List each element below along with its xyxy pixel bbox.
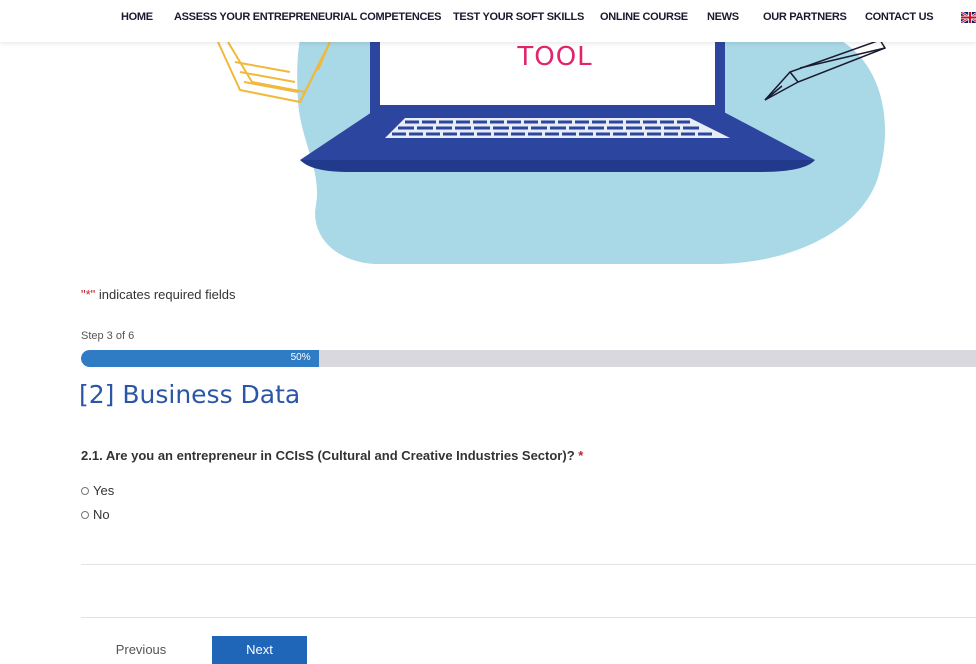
step-indicator: Step 3 of 6 <box>81 330 135 342</box>
radio-label-no: No <box>93 507 110 522</box>
required-marker: "*" <box>81 287 96 302</box>
required-fields-note: "*" indicates required fields <box>81 287 236 302</box>
radio-label-yes: Yes <box>93 483 115 498</box>
radio-button[interactable] <box>81 510 89 519</box>
nav-our-partners[interactable]: OUR PARTNERS <box>763 11 847 23</box>
progress-bar-fill: 50% <box>81 350 319 367</box>
progress-percent-label: 50% <box>290 352 311 363</box>
hero-title: TOOL <box>517 42 593 72</box>
uk-flag-icon[interactable] <box>961 12 976 23</box>
required-asterisk: * <box>578 448 584 463</box>
nav-news[interactable]: NEWS <box>707 11 739 23</box>
progress-bar: 50% <box>81 350 976 367</box>
nav-home[interactable]: HOME <box>121 11 153 23</box>
nav-online-course[interactable]: ONLINE COURSE <box>600 11 688 23</box>
section-title: [2] Business Data <box>79 380 301 409</box>
section-divider <box>81 564 976 565</box>
question-text: 2.1. Are you an entrepreneur in CCIsS (C… <box>81 448 575 463</box>
nav-assess-competences[interactable]: ASSESS YOUR ENTREPRENEURIAL COMPETENCES <box>174 11 442 23</box>
footer-divider <box>81 617 976 618</box>
main-navigation: HOME ASSESS YOUR ENTREPRENEURIAL COMPETE… <box>0 0 976 42</box>
radio-button[interactable] <box>81 486 89 495</box>
radio-option-yes[interactable]: Yes <box>81 483 114 498</box>
nav-soft-skills[interactable]: TEST YOUR SOFT SKILLS <box>453 11 584 23</box>
required-note-text: indicates required fields <box>95 287 236 302</box>
question-label: 2.1. Are you an entrepreneur in CCIsS (C… <box>81 448 583 463</box>
radio-option-no[interactable]: No <box>81 507 110 522</box>
nav-contact-us[interactable]: CONTACT US <box>865 11 934 23</box>
